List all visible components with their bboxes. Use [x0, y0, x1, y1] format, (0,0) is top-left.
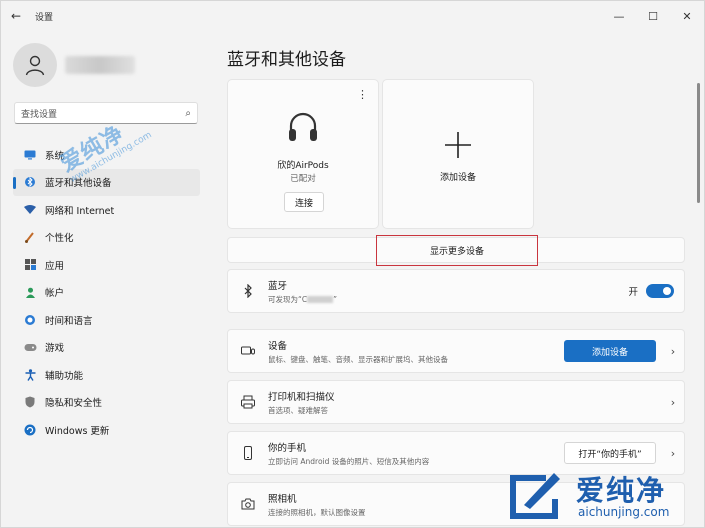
phone-icon	[228, 446, 268, 460]
maximize-button[interactable]: ☐	[636, 1, 670, 31]
connect-button[interactable]: 连接	[284, 192, 324, 212]
devices-text: 设备 鼠标、键盘、触笔、音频、显示器和扩展坞、其他设备	[268, 338, 564, 365]
device-card-airpods[interactable]: ⋮ 欣的AirPods 已配对 连接	[227, 79, 379, 229]
camera-icon	[228, 497, 268, 511]
sidebar-item-label: 时间和语言	[45, 315, 93, 327]
back-arrow-icon[interactable]: ←	[1, 1, 31, 31]
your-phone-subtitle: 立即访问 Android 设备的照片、短信及其他内容	[268, 456, 430, 466]
sidebar-item-accounts[interactable]: 帐户	[13, 279, 200, 307]
bluetooth-title: 蓝牙	[268, 280, 288, 292]
devices-subtitle: 鼠标、键盘、触笔、音频、显示器和扩展坞、其他设备	[268, 354, 448, 364]
gamepad-icon	[23, 340, 37, 354]
person-icon	[25, 55, 45, 76]
bluetooth-subtitle-prefix: 可发现为“C	[268, 294, 308, 304]
scrollbar[interactable]	[697, 83, 700, 203]
sidebar-item-label: Windows 更新	[45, 425, 110, 437]
app-title: 设置	[35, 12, 54, 23]
printers-subtitle: 首选项、疑难解答	[268, 405, 328, 415]
avatar[interactable]	[13, 43, 57, 87]
page-title: 蓝牙和其他设备	[227, 50, 346, 70]
bluetooth-subtitle-suffix: ”	[333, 294, 338, 304]
sidebar-item-gaming[interactable]: 游戏	[13, 334, 200, 362]
devices-row[interactable]: 设备 鼠标、键盘、触笔、音频、显示器和扩展坞、其他设备 添加设备 ›	[227, 329, 685, 373]
bluetooth-subtitle: 可发现为“C ”	[268, 294, 628, 305]
bluetooth-icon	[228, 284, 268, 298]
window-controls: — ☐ ✕	[602, 1, 704, 31]
bluetooth-toggle[interactable]	[646, 284, 674, 298]
bluetooth-row[interactable]: 蓝牙 可发现为“C ” 开	[227, 269, 685, 313]
shield-icon	[23, 395, 37, 409]
sidebar-item-label: 应用	[45, 260, 65, 272]
update-icon	[23, 423, 37, 437]
globe-clock-icon	[23, 313, 37, 327]
sidebar-item-label: 游戏	[45, 343, 65, 355]
title-bar: ← 设置 — ☐ ✕	[1, 1, 704, 31]
close-button[interactable]: ✕	[670, 1, 704, 31]
headphones-icon	[289, 112, 317, 141]
sidebar-item-label: 辅助功能	[45, 370, 84, 382]
show-more-bar: 显示更多设备	[227, 235, 685, 266]
plus-icon	[445, 132, 471, 158]
printers-row[interactable]: 打印机和扫描仪 首选项、疑难解答 ›	[227, 380, 685, 424]
printer-icon	[228, 395, 268, 409]
apps-icon	[23, 258, 37, 272]
settings-window: ← 设置 — ☐ ✕ 查找设置 ⌕ 系统 蓝牙和其他设备 网络和 Interne…	[0, 0, 705, 528]
bluetooth-toggle-wrap: 开	[628, 284, 674, 298]
your-phone-title: 你的手机	[268, 442, 307, 454]
add-device-card[interactable]: 添加设备	[382, 79, 534, 229]
wifi-icon	[23, 203, 37, 217]
add-device-button[interactable]: 添加设备	[564, 340, 656, 362]
sidebar-item-apps[interactable]: 应用	[13, 251, 200, 279]
devices-title: 设备	[268, 340, 288, 352]
sidebar-item-label: 隐私和安全性	[45, 398, 103, 410]
sidebar-item-accessibility[interactable]: 辅助功能	[13, 361, 200, 389]
device-name: 欣的AirPods	[277, 161, 329, 171]
brush-icon	[23, 230, 37, 244]
device-status: 已配对	[290, 174, 316, 184]
sidebar-item-privacy[interactable]: 隐私和安全性	[13, 389, 200, 417]
chevron-right-icon[interactable]: ›	[662, 447, 684, 460]
chevron-right-icon[interactable]: ›	[662, 396, 684, 409]
open-your-phone-button[interactable]: 打开“你的手机”	[564, 442, 656, 464]
your-phone-text: 你的手机 立即访问 Android 设备的照片、短信及其他内容	[268, 440, 564, 467]
accessibility-icon	[23, 368, 37, 382]
more-options-icon[interactable]: ⋮	[357, 88, 368, 101]
toggle-label: 开	[628, 287, 638, 298]
watermark-logo: 爱纯净 aichunjing.com	[506, 469, 705, 528]
chevron-right-icon[interactable]: ›	[662, 345, 684, 358]
person-icon	[23, 285, 37, 299]
show-more-devices-button[interactable]: 显示更多设备	[376, 235, 538, 266]
add-device-label: 添加设备	[439, 173, 476, 183]
bluetooth-text: 蓝牙 可发现为“C ”	[268, 278, 628, 305]
minimize-button[interactable]: —	[602, 1, 636, 31]
printers-title: 打印机和扫描仪	[268, 391, 335, 403]
keyboard-mouse-icon	[228, 344, 268, 358]
main-content: 蓝牙和其他设备 ⋮ 欣的AirPods 已配对 连接 添加设备 显示更多设备 蓝…	[211, 31, 704, 528]
user-name-blurred	[65, 56, 135, 74]
sidebar-item-time-language[interactable]: 时间和语言	[13, 306, 200, 334]
watermark-logo-text: 爱纯净	[576, 474, 667, 507]
sidebar-item-label: 帐户	[45, 288, 65, 300]
device-name-blurred	[307, 296, 334, 303]
watermark-logo-url: aichunjing.com	[578, 505, 670, 519]
sidebar-item-personalization[interactable]: 个性化	[13, 224, 200, 252]
watermark-logo-mark	[510, 473, 560, 519]
printers-text: 打印机和扫描仪 首选项、疑难解答	[268, 389, 662, 416]
sidebar-item-windows-update[interactable]: Windows 更新	[13, 416, 200, 444]
